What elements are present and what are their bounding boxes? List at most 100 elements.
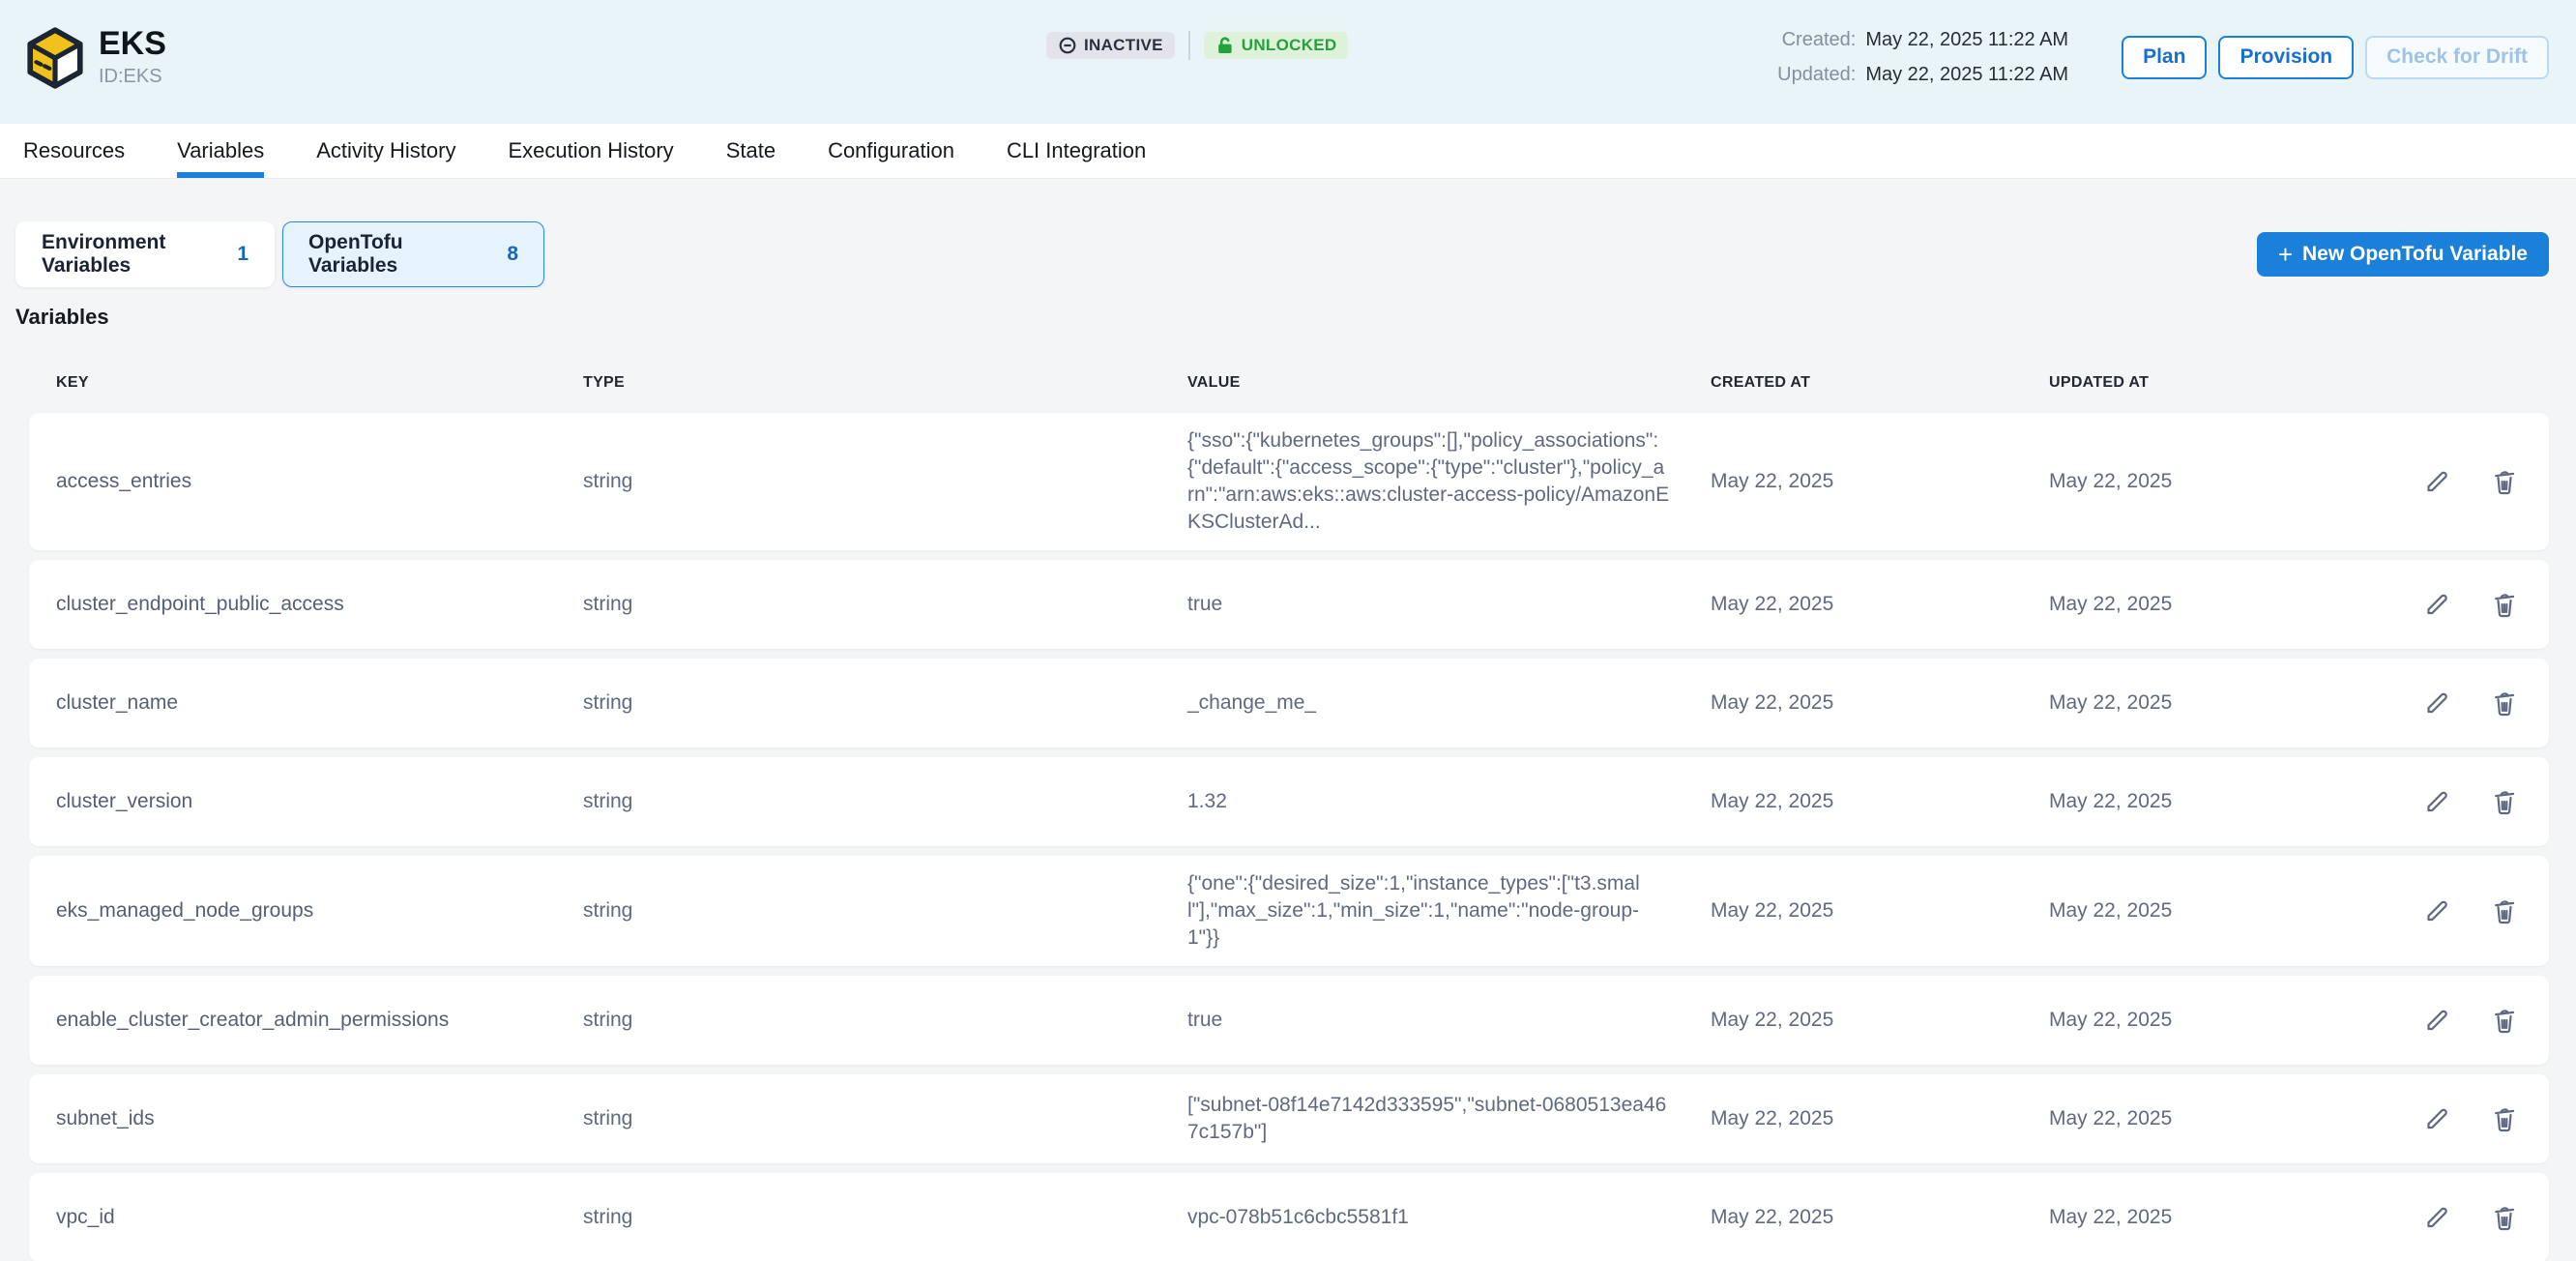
variable-key: access_entries xyxy=(56,468,583,495)
variable-type: string xyxy=(583,1105,1187,1132)
tab-configuration[interactable]: Configuration xyxy=(828,124,954,178)
table-row: access_entries string {"sso":{"kubernete… xyxy=(29,413,2549,550)
column-header-type: TYPE xyxy=(583,374,1187,392)
environment-variables-toggle[interactable]: Environment Variables 1 xyxy=(15,221,275,287)
edit-variable-button[interactable] xyxy=(2419,1200,2454,1235)
edit-variable-button[interactable] xyxy=(2419,464,2454,499)
variable-created-at: May 22, 2025 xyxy=(1711,1204,2049,1231)
table-row: vpc_id string vpc-078b51c6cbc5581f1 May … xyxy=(29,1173,2549,1261)
pencil-icon xyxy=(2419,1223,2454,1238)
tab-cli-integration[interactable]: CLI Integration xyxy=(1007,124,1146,178)
variable-updated-at: May 22, 2025 xyxy=(2049,897,2402,924)
table-row: cluster_endpoint_public_access string tr… xyxy=(29,560,2549,649)
pencil-icon xyxy=(2419,487,2454,502)
opentofu-variables-toggle[interactable]: OpenTofu Variables 8 xyxy=(282,221,544,287)
created-label: Created: xyxy=(1782,22,1857,57)
variable-value: true xyxy=(1187,591,1690,618)
variable-type: string xyxy=(583,591,1187,618)
plus-icon: + xyxy=(2278,242,2293,267)
column-header-key: KEY xyxy=(56,374,583,392)
variable-value: true xyxy=(1187,1007,1690,1034)
delete-variable-button[interactable] xyxy=(2487,894,2522,928)
variable-updated-at: May 22, 2025 xyxy=(2049,1204,2402,1231)
variable-value: vpc-078b51c6cbc5581f1 xyxy=(1187,1204,1690,1231)
variable-updated-at: May 22, 2025 xyxy=(2049,689,2402,717)
environment-id: ID:EKS xyxy=(99,66,166,88)
tab-bar: Resources Variables Activity History Exe… xyxy=(0,124,2576,179)
variable-type: string xyxy=(583,788,1187,815)
variable-updated-at: May 22, 2025 xyxy=(2049,788,2402,815)
variable-key: vpc_id xyxy=(56,1204,583,1231)
variable-key: eks_managed_node_groups xyxy=(56,897,583,924)
edit-variable-button[interactable] xyxy=(2419,686,2454,720)
edit-variable-button[interactable] xyxy=(2419,1003,2454,1038)
plan-button[interactable]: Plan xyxy=(2122,36,2207,79)
trash-icon xyxy=(2487,709,2522,723)
table-body: access_entries string {"sso":{"kubernete… xyxy=(29,413,2549,1261)
badge-divider xyxy=(1188,31,1190,60)
pencil-icon xyxy=(2419,917,2454,931)
edit-variable-button[interactable] xyxy=(2419,587,2454,622)
section-title: Variables xyxy=(15,305,2549,330)
provision-button[interactable]: Provision xyxy=(2218,36,2354,79)
variable-created-at: May 22, 2025 xyxy=(1711,591,2049,618)
environment-header: EKS ID:EKS INACTIVE UNLOCKED xyxy=(0,0,2576,124)
variable-updated-at: May 22, 2025 xyxy=(2049,1105,2402,1132)
variable-key: enable_cluster_creator_admin_permissions xyxy=(56,1007,583,1034)
delete-variable-button[interactable] xyxy=(2487,587,2522,622)
updated-label: Updated: xyxy=(1777,57,1856,92)
variable-type: string xyxy=(583,1007,1187,1034)
column-header-value: VALUE xyxy=(1187,374,1711,392)
trash-icon xyxy=(2487,807,2522,822)
delete-variable-button[interactable] xyxy=(2487,1101,2522,1136)
unlocked-padlock-icon xyxy=(1215,36,1235,55)
variable-type: string xyxy=(583,468,1187,495)
check-for-drift-button[interactable]: Check for Drift xyxy=(2365,36,2549,79)
trash-icon xyxy=(2487,1125,2522,1139)
variable-created-at: May 22, 2025 xyxy=(1711,1105,2049,1132)
trash-icon xyxy=(2487,610,2522,625)
variable-updated-at: May 22, 2025 xyxy=(2049,468,2402,495)
trash-icon xyxy=(2487,1223,2522,1238)
variable-updated-at: May 22, 2025 xyxy=(2049,591,2402,618)
delete-variable-button[interactable] xyxy=(2487,686,2522,720)
variable-created-at: May 22, 2025 xyxy=(1711,1007,2049,1034)
minus-circle-icon xyxy=(1058,36,1077,55)
pencil-icon xyxy=(2419,610,2454,625)
delete-variable-button[interactable] xyxy=(2487,1200,2522,1235)
lock-status-badge: UNLOCKED xyxy=(1204,32,1349,59)
variable-key: subnet_ids xyxy=(56,1105,583,1132)
trash-icon xyxy=(2487,1026,2522,1041)
delete-variable-button[interactable] xyxy=(2487,784,2522,819)
pencil-icon xyxy=(2419,807,2454,822)
table-row: subnet_ids string ["subnet-08f14e7142d33… xyxy=(29,1074,2549,1163)
tab-resources[interactable]: Resources xyxy=(23,124,125,178)
tab-variables[interactable]: Variables xyxy=(177,124,264,178)
edit-variable-button[interactable] xyxy=(2419,1101,2454,1136)
tab-activity-history[interactable]: Activity History xyxy=(316,124,455,178)
variable-value: ["subnet-08f14e7142d333595","subnet-0680… xyxy=(1187,1092,1690,1146)
trash-icon xyxy=(2487,917,2522,931)
tab-state[interactable]: State xyxy=(726,124,776,178)
variables-page: Environment Variables 1 OpenTofu Variabl… xyxy=(0,179,2576,1261)
edit-variable-button[interactable] xyxy=(2419,784,2454,819)
page-title: EKS xyxy=(99,26,166,62)
edit-variable-button[interactable] xyxy=(2419,894,2454,928)
variable-type: string xyxy=(583,1204,1187,1231)
table-row: cluster_name string _change_me_ May 22, … xyxy=(29,659,2549,748)
updated-value: May 22, 2025 11:22 AM xyxy=(1865,57,2068,92)
variable-created-at: May 22, 2025 xyxy=(1711,468,2049,495)
variable-created-at: May 22, 2025 xyxy=(1711,897,2049,924)
variable-key: cluster_endpoint_public_access xyxy=(56,591,583,618)
new-opentofu-variable-button[interactable]: + New OpenTofu Variable xyxy=(2257,232,2549,277)
delete-variable-button[interactable] xyxy=(2487,464,2522,499)
column-header-updated-at: UPDATED AT xyxy=(2049,374,2402,392)
variable-updated-at: May 22, 2025 xyxy=(2049,1007,2402,1034)
opentofu-variables-count: 8 xyxy=(507,243,518,266)
variable-value: {"sso":{"kubernetes_groups":[],"policy_a… xyxy=(1187,427,1690,536)
column-header-created-at: CREATED AT xyxy=(1711,374,2049,392)
tab-execution-history[interactable]: Execution History xyxy=(509,124,674,178)
table-row: eks_managed_node_groups string {"one":{"… xyxy=(29,856,2549,966)
variable-type: string xyxy=(583,689,1187,717)
delete-variable-button[interactable] xyxy=(2487,1003,2522,1038)
